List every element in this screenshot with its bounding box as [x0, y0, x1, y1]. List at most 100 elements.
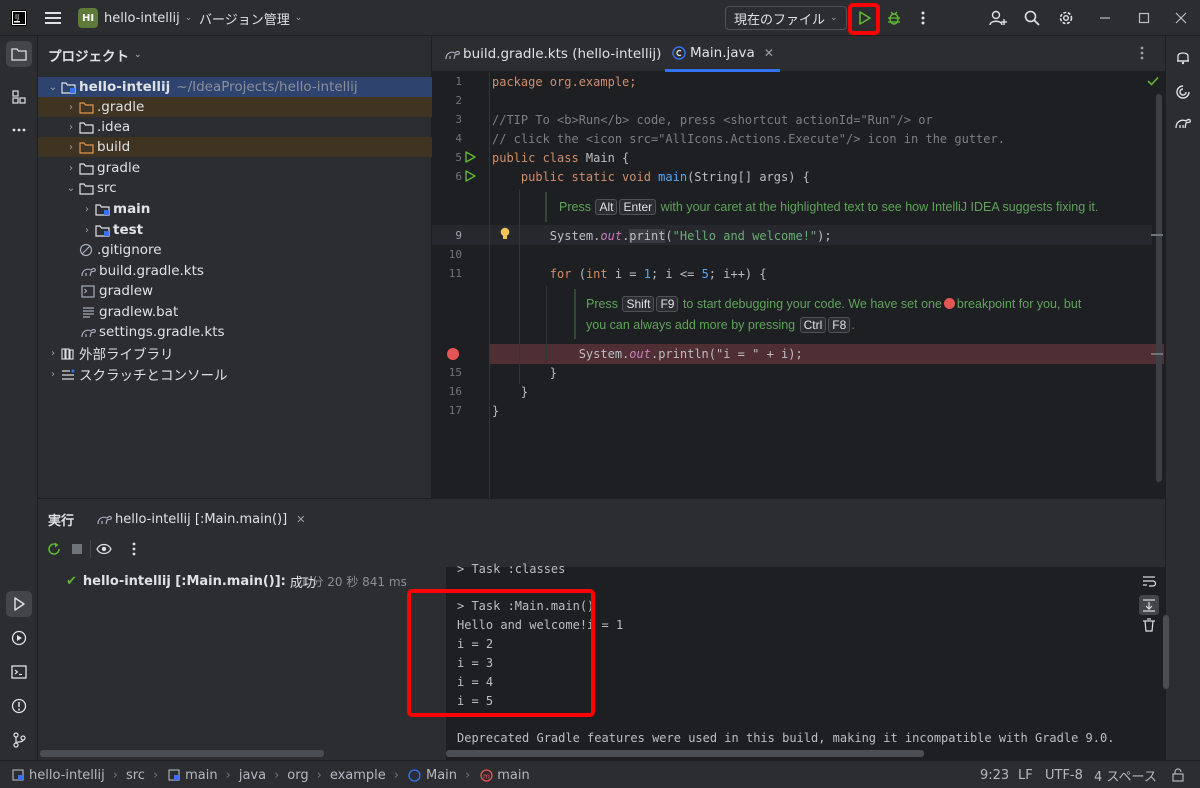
code-text: ; i++) { — [708, 267, 767, 281]
more-actions-icon[interactable] — [910, 5, 936, 31]
tree-item-scratches[interactable]: › スクラッチとコンソール — [38, 364, 432, 384]
collapsed-arrow-icon: › — [85, 203, 89, 215]
tree-h-scrollbar[interactable] — [40, 750, 324, 757]
scroll-to-end-icon[interactable] — [1139, 595, 1159, 615]
left-tool-strip — [0, 36, 38, 760]
tree-item-gradlew-bat[interactable]: gradlew.bat — [38, 302, 432, 322]
ai-assistant-icon[interactable] — [1170, 79, 1196, 105]
add-user-icon[interactable] — [985, 5, 1011, 31]
expanded-arrow-icon: ⌄ — [66, 182, 76, 194]
notifications-icon[interactable] — [1170, 44, 1196, 70]
svg-text:m: m — [483, 772, 490, 780]
breadcrumb: hello-intellij › src › main › java › org… — [10, 761, 530, 788]
key-badge: F9 — [656, 296, 679, 312]
toolbar-divider — [90, 540, 91, 558]
code-text: .println("i = " + i); — [650, 347, 803, 361]
breadcrumb-item[interactable]: org — [287, 768, 308, 783]
breadcrumb-item[interactable]: hello-intellij — [29, 768, 105, 783]
tree-item-gradle[interactable]: › gradle — [38, 158, 432, 178]
line-number: 6 — [455, 170, 462, 183]
minimize-icon[interactable] — [1092, 5, 1118, 31]
tree-item-external-libraries[interactable]: › 外部ライブラリ — [38, 343, 432, 363]
tree-item-gradlew[interactable]: gradlew — [38, 281, 432, 301]
code-text: 1 — [643, 267, 651, 281]
project-panel-header[interactable]: プロジェクト ⌄ — [48, 45, 142, 65]
more-actions-icon[interactable] — [132, 542, 136, 556]
breadcrumb-separator-icon: › — [152, 767, 159, 783]
tree-item-build[interactable]: › build — [38, 137, 432, 157]
tree-item-main[interactable]: › main — [38, 199, 432, 219]
tree-item-idea[interactable]: › .idea — [38, 117, 432, 137]
gear-icon[interactable] — [1053, 5, 1079, 31]
stop-icon[interactable] — [71, 543, 83, 555]
excluded-folder-icon — [78, 99, 94, 115]
tree-item-gitignore[interactable]: .gitignore — [38, 240, 432, 260]
run-config-selector[interactable]: 現在のファイル ⌄ — [725, 6, 847, 30]
breakpoint-icon[interactable] — [446, 347, 460, 361]
vcs-menu[interactable]: バージョン管理 ⌄ — [199, 0, 302, 36]
breadcrumb-item[interactable]: main — [185, 768, 217, 783]
editor-scrollbar[interactable] — [1156, 94, 1162, 482]
inspection-ok-icon[interactable] — [1147, 76, 1159, 86]
inlay-hint-debug-line2: you can always add more by pressing Ctrl… — [586, 317, 855, 333]
close-tab-icon[interactable]: ✕ — [764, 46, 774, 60]
indent-setting[interactable]: 4 スペース — [1094, 761, 1157, 788]
caret-position[interactable]: 9:23 — [980, 761, 1009, 788]
maximize-icon[interactable] — [1131, 5, 1157, 31]
search-icon[interactable] — [1019, 5, 1045, 31]
gradle-file-icon — [80, 263, 96, 279]
collapsed-arrow-icon: › — [51, 347, 55, 359]
terminal-tool-icon[interactable] — [6, 659, 32, 685]
run-tool-icon[interactable] — [6, 591, 32, 617]
tab-main-java[interactable]: Main.java ✕ — [665, 36, 780, 72]
file-encoding[interactable]: UTF-8 — [1045, 761, 1083, 788]
breakpoint-dot-icon — [943, 298, 955, 309]
eye-icon[interactable] — [96, 543, 112, 555]
breadcrumb-item[interactable]: example — [330, 768, 386, 783]
line-number: 9 — [455, 229, 462, 242]
structure-tool-icon[interactable] — [6, 84, 32, 110]
console-v-scrollbar[interactable] — [1163, 615, 1169, 689]
tree-item-src[interactable]: ⌄ src — [38, 178, 432, 198]
close-tab-icon[interactable]: ✕ — [296, 513, 305, 526]
breadcrumb-item[interactable]: java — [239, 768, 266, 783]
code-text: ; i <= — [650, 267, 702, 281]
project-tool-icon[interactable] — [6, 41, 32, 67]
code-text: main — [650, 170, 688, 184]
code-editor[interactable]: 1 2 3 4 5 6 9 10 11 15 16 17 package org… — [432, 72, 1165, 498]
run-panel: 実行 hello-intellij [:Main.main()] ✕ ✔ hel… — [38, 498, 1169, 761]
tree-item-settings-gradle-kts[interactable]: settings.gradle.kts — [38, 322, 432, 342]
right-tool-strip — [1165, 36, 1200, 760]
code-text: } — [492, 404, 500, 418]
services-tool-icon[interactable] — [6, 625, 32, 651]
trash-icon[interactable] — [1143, 618, 1155, 632]
rerun-icon[interactable] — [47, 542, 61, 556]
module-folder-icon — [94, 201, 110, 217]
main-menu-icon[interactable] — [40, 5, 66, 31]
soft-wrap-icon[interactable] — [1142, 574, 1156, 588]
git-tool-icon[interactable] — [6, 727, 32, 753]
run-gutter-icon[interactable] — [465, 170, 476, 182]
run-tab[interactable]: hello-intellij [:Main.main()] ✕ — [96, 507, 305, 531]
tree-item-gradle-dir[interactable]: › .gradle — [38, 97, 432, 117]
tree-item-test[interactable]: › test — [38, 220, 432, 240]
key-badge: Enter — [619, 199, 657, 215]
breadcrumb-item[interactable]: Main — [426, 768, 457, 783]
tree-item-build-gradle-kts[interactable]: build.gradle.kts — [38, 261, 432, 281]
debug-button[interactable] — [881, 5, 907, 31]
tab-build-gradle-kts[interactable]: build.gradle.kts (hello-intellij) — [444, 36, 661, 72]
line-separator[interactable]: LF — [1018, 761, 1033, 788]
tab-options-icon[interactable] — [1140, 46, 1144, 60]
breadcrumb-item[interactable]: main — [497, 768, 529, 783]
run-gutter-icon[interactable] — [465, 151, 476, 163]
problems-tool-icon[interactable] — [6, 693, 32, 719]
tree-root[interactable]: ⌄ hello-intellij ~/IdeaProjects/hello-in… — [38, 77, 432, 97]
console-h-scrollbar[interactable] — [446, 750, 924, 757]
project-switcher[interactable]: HI hello-intellij ⌄ — [78, 0, 192, 36]
close-icon[interactable] — [1168, 5, 1194, 31]
gradle-tool-icon[interactable] — [1170, 110, 1196, 136]
breadcrumb-item[interactable]: src — [126, 768, 145, 783]
hint-text: Press — [586, 297, 618, 311]
more-tools-icon[interactable] — [6, 117, 32, 143]
lock-icon[interactable] — [1172, 761, 1184, 788]
